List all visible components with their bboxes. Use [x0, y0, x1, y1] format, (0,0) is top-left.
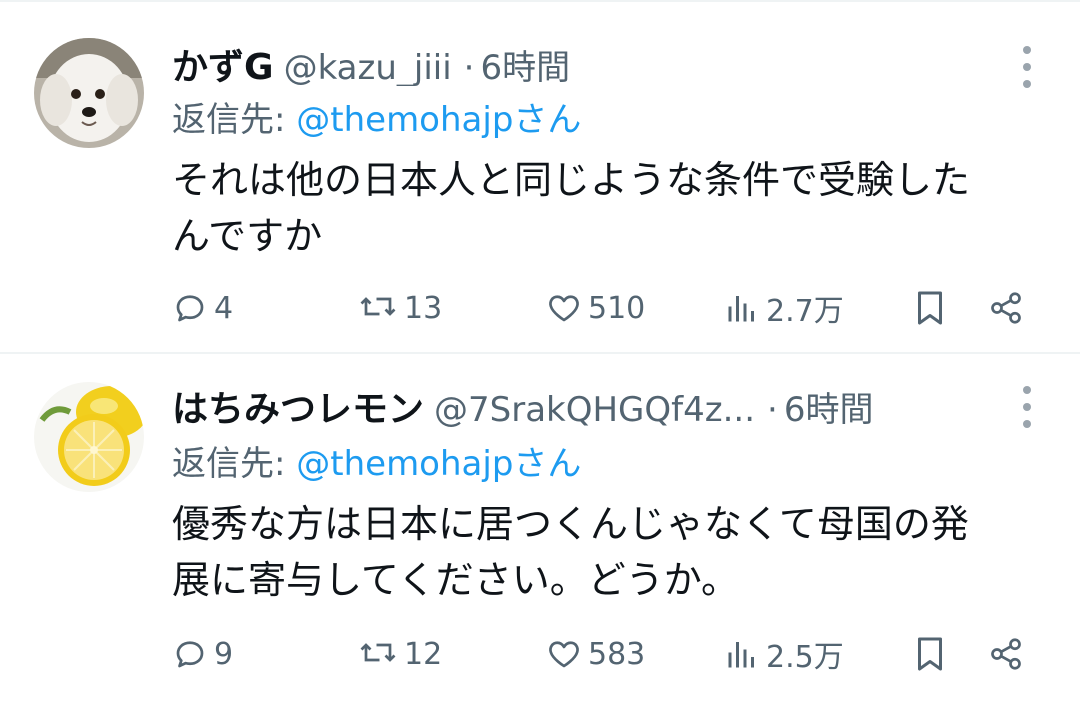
reply-button[interactable]: 4 — [172, 284, 233, 332]
like-count: 510 — [588, 290, 646, 326]
reply-to-label: 返信先: — [172, 444, 297, 484]
like-button[interactable]: 510 — [546, 284, 645, 332]
share-icon — [991, 638, 1021, 670]
tweet[interactable]: かずG @kazu_jiii · 6時間 返信先: @themohajpさん そ… — [0, 0, 1080, 354]
more-options-icon[interactable] — [1020, 46, 1034, 88]
share-button[interactable] — [988, 284, 1024, 332]
views-button[interactable]: 2.5万 — [724, 630, 844, 678]
heart-icon — [549, 641, 579, 668]
like-count: 583 — [588, 636, 646, 672]
reply-to-line: 返信先: @themohajpさん — [172, 436, 581, 485]
display-name[interactable]: かずG — [172, 38, 274, 86]
tweet-header: かずG @kazu_jiii · 6時間 — [172, 38, 980, 86]
reply-to-label: 返信先: — [172, 100, 297, 140]
lemon-avatar-image — [34, 382, 144, 492]
views-chart-icon — [728, 642, 754, 668]
avatar[interactable] — [34, 382, 144, 492]
view-count: 2.5万 — [766, 640, 844, 675]
retweet-icon — [360, 643, 396, 662]
tweet-text-line: それは他の日本人と同じような条件で受験した — [172, 158, 971, 202]
reply-icon — [176, 641, 204, 668]
retweet-icon — [360, 297, 396, 316]
white-dog-avatar-image — [34, 38, 144, 148]
bookmark-button[interactable] — [912, 284, 948, 332]
separator-dot: · — [767, 390, 778, 428]
reply-mention-link[interactable]: @themohajpさん — [296, 100, 581, 140]
display-name[interactable]: はちみつレモン — [172, 380, 424, 428]
action-bar: 4 13 510 2.7万 — [172, 284, 1030, 332]
bookmark-button[interactable] — [912, 630, 948, 678]
bookmark-icon — [918, 291, 942, 325]
share-icon — [991, 292, 1021, 324]
views-chart-icon — [728, 296, 754, 322]
share-button[interactable] — [988, 630, 1024, 678]
tweet-text-line: んですか — [172, 214, 323, 258]
tweet-text-line: 展に寄与してください。どうか。 — [172, 558, 739, 602]
separator-dot: · — [463, 48, 475, 86]
reply-count: 9 — [214, 636, 234, 672]
action-bar: 9 12 583 2.5万 — [172, 630, 1030, 678]
retweet-count: 12 — [404, 636, 443, 672]
retweet-button[interactable]: 13 — [358, 284, 442, 332]
reply-mention-link[interactable]: @themohajpさん — [296, 444, 581, 484]
like-button[interactable]: 583 — [546, 630, 645, 678]
tweet-text-line: 優秀な方は日本に居つくんじゃなくて母国の発 — [172, 502, 969, 546]
tweet[interactable]: はちみつレモン @7SrakQHGQf4z... · 6時間 返信先: @the… — [0, 354, 1080, 710]
reply-to-line: 返信先: @themohajpさん — [172, 92, 581, 141]
timestamp[interactable]: 6時間 — [480, 40, 570, 86]
user-handle[interactable]: @kazu_jiii — [284, 48, 452, 86]
avatar[interactable] — [34, 38, 144, 148]
reply-button[interactable]: 9 — [172, 630, 233, 678]
user-handle[interactable]: @7SrakQHGQf4z... — [434, 390, 755, 428]
tweet-header: はちみつレモン @7SrakQHGQf4z... · 6時間 — [172, 380, 980, 428]
reply-count: 4 — [214, 290, 234, 326]
view-count: 2.7万 — [766, 294, 844, 329]
reply-icon — [176, 295, 204, 322]
timestamp[interactable]: 6時間 — [784, 382, 874, 428]
retweet-button[interactable]: 12 — [358, 630, 442, 678]
tweet-text: 優秀な方は日本に居つくんじゃなくて母国の発 展に寄与してください。どうか。 — [172, 496, 1042, 608]
bookmark-icon — [918, 637, 942, 671]
heart-icon — [549, 295, 579, 322]
retweet-count: 13 — [404, 290, 443, 326]
tweet-text: それは他の日本人と同じような条件で受験した んですか — [172, 152, 1042, 264]
views-button[interactable]: 2.7万 — [724, 284, 844, 332]
more-options-icon[interactable] — [1020, 386, 1034, 428]
